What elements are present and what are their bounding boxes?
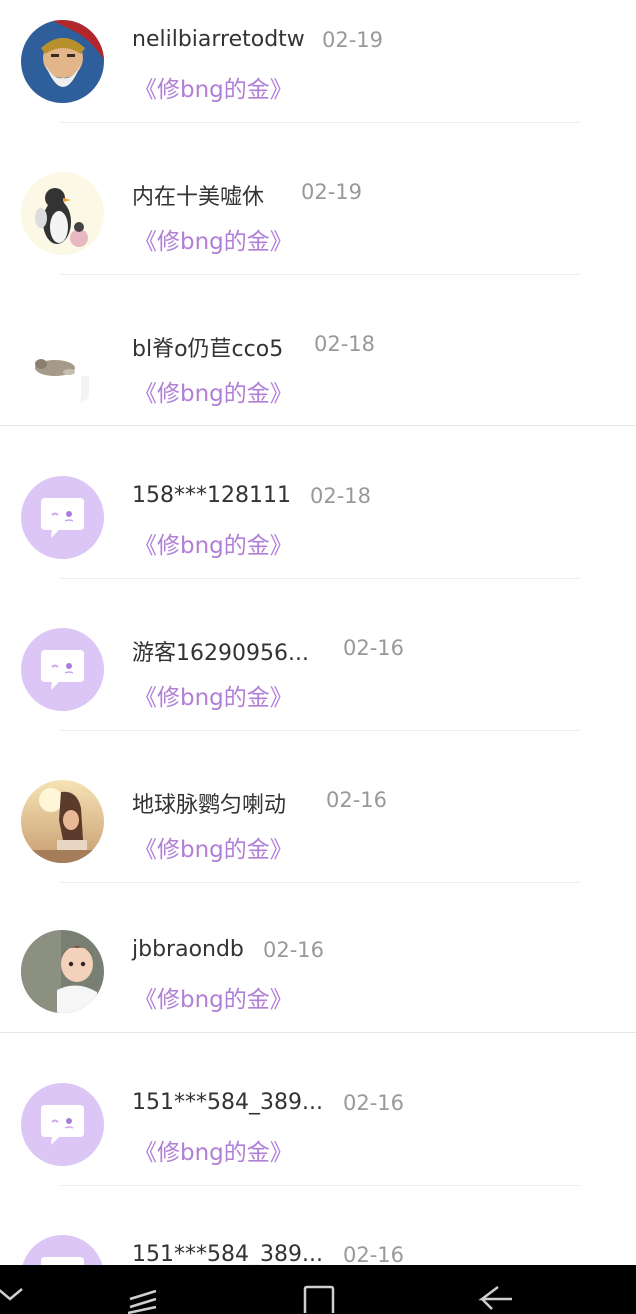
home-icon[interactable]: [301, 1285, 337, 1314]
comment-row[interactable]: 151***584_389... 02-16: [0, 1215, 636, 1265]
comment-date: 02-16: [326, 788, 388, 812]
comment-list: nelilbiarretodtw 02-19 《修bng的金》 内在十美嘘休 0…: [0, 0, 636, 1265]
avatar-animal-icon[interactable]: [21, 324, 104, 407]
comment-row[interactable]: nelilbiarretodtw 02-19 《修bng的金》: [0, 0, 636, 152]
username[interactable]: 151***584_389...: [132, 1090, 323, 1115]
default-avatar-chat-icon[interactable]: [21, 1083, 104, 1166]
comment-row[interactable]: 内在十美嘘休 02-19 《修bng的金》: [0, 152, 636, 304]
book-title-link[interactable]: 《修bng的金》: [134, 526, 293, 560]
comment-date: 02-19: [301, 180, 363, 204]
comment-date: 02-16: [263, 938, 325, 962]
username[interactable]: nelilbiarretodtw: [132, 27, 305, 52]
comment-date: 02-19: [322, 28, 384, 52]
book-title-link[interactable]: 《修bng的金》: [134, 70, 293, 104]
comment-date: 02-16: [343, 636, 405, 660]
avatar-warrior-icon[interactable]: [21, 20, 104, 103]
divider: [60, 1185, 580, 1186]
book-title-link[interactable]: 《修bng的金》: [134, 678, 293, 712]
default-avatar-chat-icon[interactable]: [21, 476, 104, 559]
username[interactable]: 内在十美嘘休: [132, 179, 264, 211]
system-navigation-bar: [0, 1265, 636, 1314]
username[interactable]: 地球脉鹦匀喇动: [132, 787, 286, 819]
username[interactable]: 151***584_389...: [132, 1242, 323, 1265]
divider: [0, 425, 636, 426]
divider: [60, 578, 580, 579]
book-title-link[interactable]: 《修bng的金》: [134, 1133, 293, 1167]
chevron-down-icon[interactable]: [0, 1285, 26, 1309]
divider: [60, 882, 580, 883]
comment-row[interactable]: 地球脉鹦匀喇动 02-16 《修bng的金》: [0, 760, 636, 912]
comment-row[interactable]: bl脊o仍苣cco5 02-18 《修bng的金》: [0, 304, 636, 456]
book-title-link[interactable]: 《修bng的金》: [134, 830, 293, 864]
username[interactable]: jbbraondb: [132, 937, 244, 962]
divider: [60, 730, 580, 731]
comment-row[interactable]: 游客16290956... 02-16 《修bng的金》: [0, 608, 636, 760]
comment-row[interactable]: jbbraondb 02-16 《修bng的金》: [0, 912, 636, 1064]
avatar-baby-photo-icon[interactable]: [21, 930, 104, 1013]
default-avatar-chat-icon[interactable]: [21, 628, 104, 711]
divider: [60, 274, 580, 275]
avatar-photo-icon[interactable]: [21, 780, 104, 863]
comment-date: 02-18: [314, 332, 376, 356]
book-title-link[interactable]: 《修bng的金》: [134, 222, 293, 256]
back-icon[interactable]: [478, 1285, 514, 1314]
comment-date: 02-18: [310, 484, 372, 508]
divider: [60, 122, 580, 123]
comment-row[interactable]: 158***128111 02-18 《修bng的金》: [0, 456, 636, 608]
comment-date: 02-16: [343, 1091, 405, 1115]
comment-date: 02-16: [343, 1243, 405, 1265]
book-title-link[interactable]: 《修bng的金》: [134, 374, 293, 408]
recent-apps-icon[interactable]: [124, 1285, 160, 1314]
username[interactable]: bl脊o仍苣cco5: [132, 331, 283, 363]
divider: [0, 1032, 636, 1033]
default-avatar-chat-icon[interactable]: [21, 1235, 104, 1265]
comment-row[interactable]: 151***584_389... 02-16 《修bng的金》: [0, 1063, 636, 1215]
username[interactable]: 游客16290956...: [132, 635, 309, 667]
book-title-link[interactable]: 《修bng的金》: [134, 980, 293, 1014]
avatar-penguin-icon[interactable]: [21, 172, 104, 255]
username[interactable]: 158***128111: [132, 483, 291, 508]
